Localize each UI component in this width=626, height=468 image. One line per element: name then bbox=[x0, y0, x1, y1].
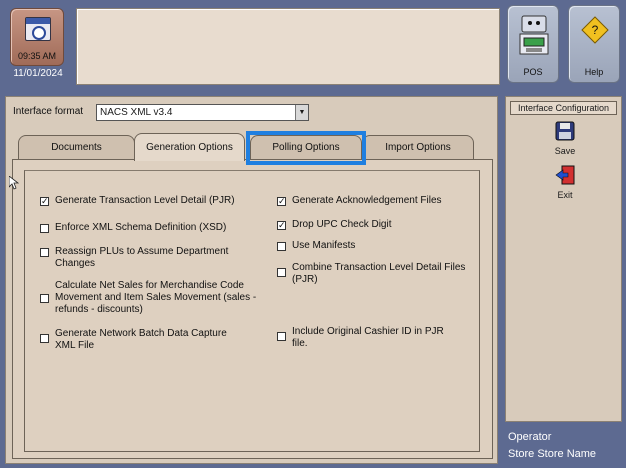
option-ack-files[interactable]: Generate Acknowledgement Files bbox=[277, 195, 477, 207]
tab-polling-options[interactable]: Polling Options bbox=[250, 135, 362, 159]
option-label: Drop UPC Check Digit bbox=[292, 219, 392, 230]
tab-import-options[interactable]: Import Options bbox=[362, 135, 474, 159]
pos-button[interactable]: POS bbox=[507, 5, 559, 83]
chevron-down-icon[interactable]: ▼ bbox=[295, 105, 308, 120]
option-combine-pjr[interactable]: Combine Transaction Level Detail Files (… bbox=[277, 262, 477, 286]
option-label: Reassign PLUs to Assume Department Chang… bbox=[55, 246, 229, 269]
option-label: Include Original Cashier ID in PJR file. bbox=[292, 326, 444, 349]
help-button[interactable]: ? Help bbox=[568, 5, 620, 83]
checkbox[interactable] bbox=[40, 248, 49, 257]
checkbox[interactable] bbox=[277, 242, 286, 251]
option-label: Calculate Net Sales for Merchandise Code… bbox=[55, 280, 257, 315]
tab-label: Polling Options bbox=[272, 142, 340, 153]
checkbox[interactable] bbox=[40, 224, 49, 233]
exit-label: Exit bbox=[557, 190, 573, 200]
checkbox[interactable] bbox=[277, 332, 286, 341]
checkbox[interactable] bbox=[40, 334, 49, 343]
message-panel bbox=[76, 8, 500, 85]
save-icon bbox=[555, 121, 575, 141]
interface-format-select[interactable]: NACS XML v3.4 ▼ bbox=[96, 104, 309, 121]
help-label: Help bbox=[584, 67, 604, 77]
checkbox[interactable] bbox=[40, 197, 49, 206]
option-drop-upc[interactable]: Drop UPC Check Digit bbox=[277, 219, 477, 231]
option-calculate-net-sales[interactable]: Calculate Net Sales for Merchandise Code… bbox=[40, 280, 270, 316]
option-label: Generate Transaction Level Detail (PJR) bbox=[55, 195, 235, 206]
checkbox[interactable] bbox=[277, 221, 286, 230]
interface-format-label: Interface format bbox=[13, 106, 84, 117]
option-label: Generate Acknowledgement Files bbox=[292, 195, 442, 206]
clock-time: 09:35 AM bbox=[17, 51, 57, 61]
option-cashier-id[interactable]: Include Original Cashier ID in PJR file. bbox=[277, 326, 457, 350]
checkbox[interactable] bbox=[40, 294, 49, 303]
option-enforce-xsd[interactable]: Enforce XML Schema Definition (XSD) bbox=[40, 222, 255, 234]
pos-terminal-icon bbox=[519, 15, 549, 55]
options-frame: Generate Transaction Level Detail (PJR) … bbox=[24, 170, 480, 452]
tab-documents[interactable]: Documents bbox=[18, 135, 135, 159]
clock-button[interactable]: 09:35 AM bbox=[10, 8, 64, 66]
interface-format-value: NACS XML v3.4 bbox=[100, 107, 173, 118]
option-label: Combine Transaction Level Detail Files (… bbox=[292, 262, 466, 285]
option-use-manifests[interactable]: Use Manifests bbox=[277, 240, 477, 252]
option-generate-pjr[interactable]: Generate Transaction Level Detail (PJR) bbox=[40, 195, 255, 207]
option-label: Enforce XML Schema Definition (XSD) bbox=[55, 222, 227, 233]
tab-generation-options[interactable]: Generation Options bbox=[134, 133, 245, 161]
option-network-batch[interactable]: Generate Network Batch Data Capture XML … bbox=[40, 328, 240, 352]
help-diamond-icon: ? bbox=[581, 16, 609, 44]
main-panel: Interface format NACS XML v3.4 ▼ Documen… bbox=[5, 96, 498, 464]
calendar-clock-icon bbox=[25, 17, 51, 41]
interface-configuration-panel: Interface Configuration Save Exit bbox=[505, 96, 622, 422]
tab-label: Import Options bbox=[385, 142, 451, 153]
store-name: Store Store Name bbox=[508, 448, 597, 460]
tab-label: Documents bbox=[51, 142, 102, 153]
tab-label: Generation Options bbox=[146, 142, 233, 153]
option-label: Generate Network Batch Data Capture XML … bbox=[55, 328, 227, 351]
exit-door-icon bbox=[555, 165, 575, 185]
save-button[interactable]: Save bbox=[541, 121, 589, 156]
exit-button[interactable]: Exit bbox=[541, 165, 589, 200]
checkbox[interactable] bbox=[277, 197, 286, 206]
checkbox[interactable] bbox=[277, 268, 286, 277]
pos-label: POS bbox=[523, 67, 543, 77]
operator-label: Operator bbox=[508, 431, 552, 443]
option-label: Use Manifests bbox=[292, 240, 356, 251]
side-panel-title: Interface Configuration bbox=[510, 101, 617, 115]
save-label: Save bbox=[554, 146, 576, 156]
svg-text:?: ? bbox=[592, 23, 599, 37]
mouse-pointer-icon bbox=[9, 176, 19, 190]
clock-date: 11/01/2024 bbox=[13, 68, 63, 79]
generation-options-content: Generate Transaction Level Detail (PJR) … bbox=[12, 159, 493, 459]
option-reassign-plus[interactable]: Reassign PLUs to Assume Department Chang… bbox=[40, 246, 240, 270]
